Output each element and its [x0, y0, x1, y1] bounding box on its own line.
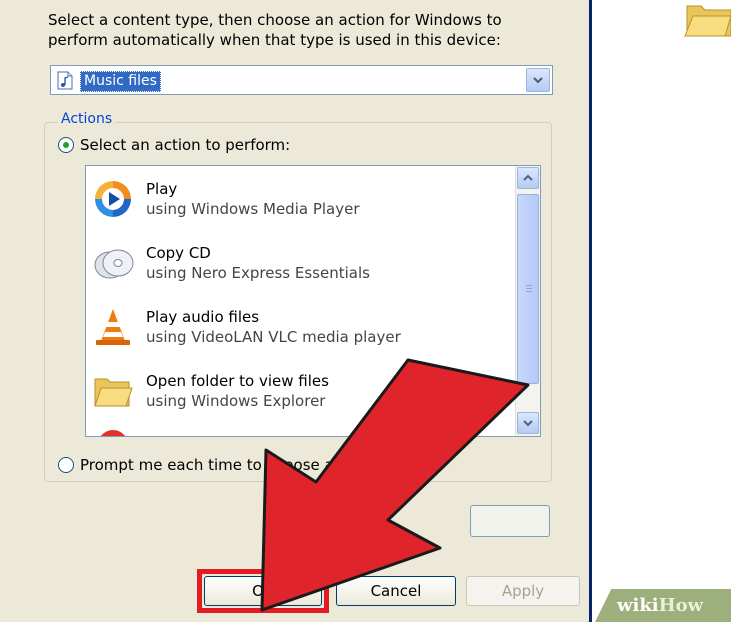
- scroll-down-button[interactable]: [517, 412, 539, 434]
- chevron-up-icon: [523, 174, 533, 181]
- action-item-copy-cd[interactable]: Copy CD using Nero Express Essentials: [86, 236, 506, 298]
- scroll-up-button[interactable]: [517, 167, 539, 189]
- action-subtitle: using Windows Media Player: [146, 200, 360, 218]
- music-file-icon: [57, 71, 73, 90]
- action-title: Play audio files: [146, 308, 260, 326]
- actions-list[interactable]: Play using Windows Media Player Copy CD …: [85, 165, 541, 437]
- action-item-play-audio[interactable]: Play audio files using VideoLAN VLC medi…: [86, 300, 506, 362]
- partial-action-icon: [98, 430, 128, 436]
- vlc-cone-icon: [96, 309, 130, 345]
- scroll-thumb[interactable]: [517, 194, 539, 384]
- prompt-radio[interactable]: [58, 457, 74, 473]
- action-item-play[interactable]: Play using Windows Media Player: [86, 172, 506, 234]
- content-type-dropdown[interactable]: Music files: [50, 65, 553, 95]
- action-subtitle: using Windows Explorer: [146, 392, 326, 410]
- thumb-grip: [526, 285, 532, 286]
- dropdown-button[interactable]: [526, 68, 550, 92]
- chevron-down-icon: [533, 77, 543, 84]
- content-type-selected: Music files: [80, 71, 161, 92]
- select-action-label: Select an action to perform:: [80, 136, 291, 154]
- action-title: Open folder to view files: [146, 372, 329, 390]
- cd-icon: [94, 249, 134, 279]
- action-subtitle: using Nero Express Essentials: [146, 264, 370, 282]
- select-action-option[interactable]: Select an action to perform:: [58, 136, 290, 154]
- action-item-open-folder[interactable]: Open folder to view files using Windows …: [86, 364, 506, 426]
- cancel-button[interactable]: Cancel: [336, 576, 456, 606]
- thumb-grip: [526, 288, 532, 289]
- select-action-radio[interactable]: [58, 137, 74, 153]
- desktop-folder-icon: [684, 5, 731, 37]
- wikihow-watermark: wiki How: [595, 589, 731, 622]
- prompt-option[interactable]: Prompt me each time to choose a: [58, 456, 334, 474]
- folder-icon: [94, 378, 133, 407]
- watermark-how: How: [658, 595, 704, 616]
- actions-legend: Actions: [58, 111, 116, 127]
- action-title: Play: [146, 180, 178, 198]
- intro-text: Select a content type, then choose an ac…: [48, 11, 502, 49]
- action-title: Copy CD: [146, 244, 211, 262]
- windows-media-player-icon: [95, 181, 131, 217]
- prompt-label: Prompt me each time to choose a: [80, 456, 334, 474]
- ok-button[interactable]: OK: [204, 576, 322, 606]
- partial-button[interactable]: [470, 505, 550, 537]
- autoplay-dialog: Select a content type, then choose an ac…: [0, 0, 592, 622]
- apply-button[interactable]: Apply: [466, 576, 580, 606]
- watermark-wiki: wiki: [617, 595, 659, 616]
- actions-scrollbar[interactable]: [515, 166, 540, 436]
- chevron-down-icon: [523, 420, 533, 427]
- action-subtitle: using VideoLAN VLC media player: [146, 328, 401, 346]
- thumb-grip: [526, 291, 532, 292]
